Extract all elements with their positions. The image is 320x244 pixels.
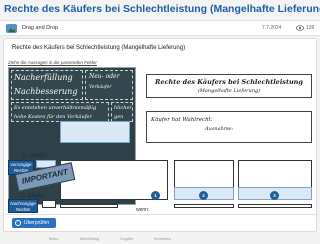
divider	[4, 214, 318, 215]
instruction-text: Ziehe die Aussagen in die passenden Feld…	[8, 60, 97, 65]
condition-line1: Käufer hat Wahlrecht:	[151, 117, 213, 123]
drag-drop-icon	[6, 24, 17, 33]
stage1-label: 1. Stufe	[22, 153, 47, 159]
header-box: Rechte des Käufers bei Schlechtleistung …	[146, 74, 312, 98]
header-line2: (Mangelhafte Lieferung)	[197, 88, 261, 94]
eye-icon	[296, 25, 304, 31]
page-title: Rechte des Käufers bei Schlechtleistung …	[4, 3, 320, 15]
check-circle-icon	[15, 220, 21, 226]
tile-unverhaeltnis[interactable]: Es entstehen unverhältnismäßig hohe Kost…	[11, 102, 109, 122]
wenn-label: wenn:	[136, 207, 150, 213]
drop-zone[interactable]	[238, 204, 312, 208]
condition-line2: Ausnahme:	[205, 126, 234, 132]
header-line1: Rechte des Käufers bei Schlechtleistung	[155, 78, 303, 86]
drag-drop-board: Ziehe die Aussagen in die passenden Feld…	[6, 60, 314, 213]
footer-views[interactable]: Zugriffe	[120, 236, 134, 241]
meta-bar: Drag and Drop 7.7.2024 139	[0, 20, 320, 36]
view-count: 139	[306, 25, 315, 31]
tile-ich[interactable]: hlicher gen	[111, 102, 133, 122]
condition-box: Käufer hat Wahlrecht: Ausnahme:	[146, 111, 312, 143]
badge-1: 1	[151, 191, 160, 200]
check-button-label: Überprüfen	[24, 220, 50, 226]
drop-zone[interactable]	[60, 204, 118, 208]
drop-zone[interactable]	[60, 121, 130, 143]
tile-nacherfuellung[interactable]: Nacherfüllung Nachbesserung	[11, 70, 83, 100]
footer: Teilen Mittelfristig Zugriffe Einbetten	[0, 234, 320, 244]
footer-share[interactable]: Teilen	[48, 236, 58, 241]
footer-term[interactable]: Mittelfristig	[80, 236, 99, 241]
drop-zone[interactable]	[174, 204, 234, 208]
badge-2: 2	[199, 191, 208, 200]
stage2-chip: Nachrangige Rechte	[8, 199, 38, 213]
drop-zone[interactable]	[42, 200, 56, 208]
exercise-card: Rechte des Käufers bei Schlechtleistung …	[3, 38, 318, 232]
tool-label[interactable]: Drag and Drop	[22, 25, 58, 31]
exercise-title: Rechte des Käufers bei Schlechtleistung …	[12, 45, 186, 51]
publish-date: 7.7.2024	[262, 25, 282, 31]
check-button[interactable]: Überprüfen	[12, 218, 56, 228]
footer-embed[interactable]: Einbetten	[154, 236, 171, 241]
badge-3: 3	[270, 191, 279, 200]
tile-neu-oder[interactable]: Neu- oder Verkäufer	[85, 70, 133, 100]
